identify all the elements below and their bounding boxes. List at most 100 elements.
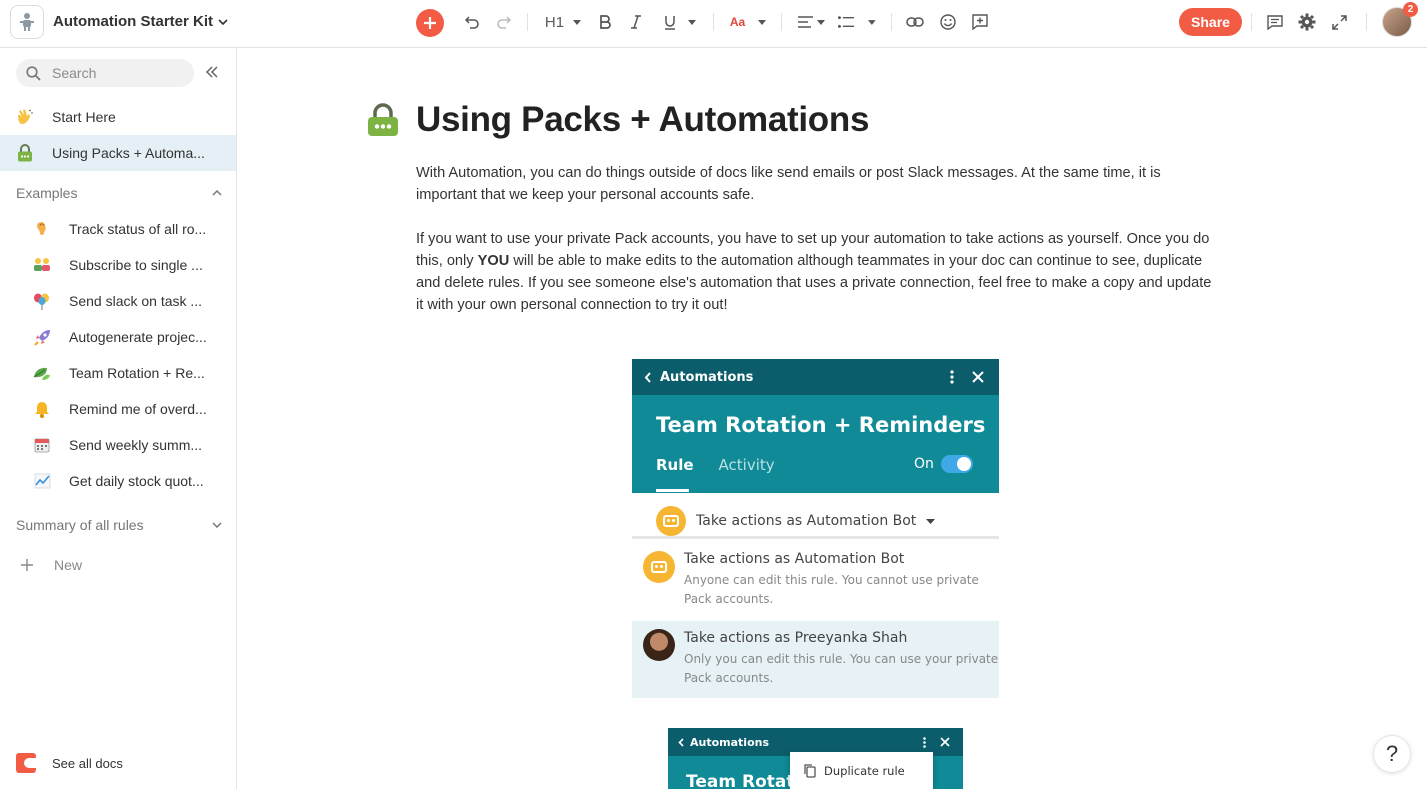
sidebar-item-example[interactable]: Send slack on task ... <box>0 283 236 319</box>
doc-logo-icon[interactable] <box>10 5 44 39</box>
toolbar: Automation Starter Kit H1 Aa Share 2 <box>0 0 1427 48</box>
sidebar-item-example[interactable]: Remind me of overd... <box>0 391 236 427</box>
page-title: Using Packs + Automations <box>416 100 870 139</box>
caret-down-icon <box>868 19 876 25</box>
sidebar-item-label: Remind me of overd... <box>69 401 207 417</box>
chevron-up-icon <box>212 190 222 196</box>
underline-dropdown[interactable] <box>661 10 699 34</box>
sidebar-item-start-here[interactable]: Start Here <box>0 99 236 135</box>
undo-button[interactable] <box>462 10 482 34</box>
bold-button[interactable] <box>597 10 613 34</box>
share-button[interactable]: Share <box>1179 8 1242 36</box>
option-description: Anyone can edit this rule. You cannot us… <box>684 573 979 606</box>
sidebar-item-example[interactable]: Send weekly summ... <box>0 427 236 463</box>
emphasis-text: YOU <box>477 253 510 269</box>
sidebar-item-label: Team Rotation + Re... <box>69 365 205 381</box>
sidebar-item-example[interactable]: Team Rotation + Re... <box>0 355 236 391</box>
close-icon <box>972 371 984 383</box>
align-left-icon <box>797 16 813 28</box>
toolbar-divider <box>1366 13 1367 31</box>
sidebar-item-example[interactable]: Subscribe to single ... <box>0 247 236 283</box>
italic-button[interactable] <box>628 10 644 34</box>
text-color-dropdown[interactable]: Aa <box>728 10 768 34</box>
plus-icon <box>21 559 33 571</box>
doc-title-menu[interactable]: Automation Starter Kit <box>53 13 228 30</box>
search-icon <box>26 65 41 81</box>
sidebar-item-example[interactable]: Autogenerate projec... <box>0 319 236 355</box>
new-page-button[interactable]: New <box>0 547 236 583</box>
more-vertical-icon <box>923 737 926 748</box>
toolbar-divider <box>1251 13 1252 31</box>
robot-icon <box>643 551 675 583</box>
search-box[interactable] <box>16 59 194 87</box>
list-dropdown[interactable] <box>838 10 876 34</box>
option-title: Take actions as Automation Bot <box>684 551 905 567</box>
settings-button[interactable] <box>1297 10 1317 34</box>
search-input[interactable] <box>52 65 172 81</box>
help-button[interactable]: ? <box>1373 735 1411 773</box>
close-icon <box>940 737 950 747</box>
bell-icon <box>33 400 51 418</box>
sidebar-item-label: Send slack on task ... <box>69 293 203 309</box>
actor-selector: Take actions as Automation Bot <box>656 506 936 536</box>
sidebar: Start Here Using Packs + Automa... Examp… <box>0 48 237 789</box>
redo-icon <box>497 16 512 29</box>
sidebar-item-label: Get daily stock quot... <box>69 473 204 489</box>
toolbar-divider <box>527 13 528 31</box>
link-icon <box>906 17 924 27</box>
comment-icon <box>1267 14 1283 30</box>
summary-section-header[interactable]: Summary of all rules <box>16 517 222 533</box>
emoji-button[interactable] <box>938 10 958 34</box>
double-chevron-left-icon <box>205 66 218 78</box>
heading-style-dropdown[interactable]: H1 <box>542 10 584 34</box>
paragraph-private-packs: If you want to use your private Pack acc… <box>416 228 1216 316</box>
tab-rule: Rule <box>656 456 694 474</box>
bold-icon <box>600 15 611 29</box>
sidebar-item-using-packs[interactable]: Using Packs + Automa... <box>0 135 236 171</box>
see-all-docs-label: See all docs <box>52 755 123 771</box>
waving-hand-icon <box>16 108 34 126</box>
chevron-down-icon <box>218 18 228 25</box>
collapse-sidebar-button[interactable] <box>205 65 219 83</box>
context-menu: Duplicate rule <box>790 752 933 789</box>
panel-hero: Team Rotation + Reminders Rule Activity … <box>632 395 999 493</box>
paragraph-text: will be able to make edits to the automa… <box>416 253 1212 313</box>
caret-down-icon <box>573 19 582 25</box>
redo-button[interactable] <box>494 10 514 34</box>
people-icon <box>33 256 51 274</box>
chart-icon <box>33 472 51 490</box>
toolbar-divider <box>713 13 714 31</box>
caret-down-icon <box>926 518 936 524</box>
option-title: Take actions as Preeyanka Shah <box>684 630 908 646</box>
sidebar-item-example[interactable]: Get daily stock quot... <box>0 463 236 499</box>
caret-down-icon <box>816 19 825 25</box>
embedded-screenshot-automation-panel: Automations Team Rotation + Reminders Ru… <box>632 359 999 698</box>
align-dropdown[interactable] <box>796 10 826 34</box>
insert-button[interactable] <box>416 9 444 37</box>
divider <box>632 536 999 539</box>
add-box-icon <box>972 14 988 30</box>
insert-comment-button[interactable] <box>970 10 990 34</box>
comments-button[interactable] <box>1265 10 1285 34</box>
link-button[interactable] <box>905 10 925 34</box>
caret-down-icon <box>688 19 696 25</box>
lock-icon <box>16 144 34 162</box>
italic-icon <box>631 15 641 29</box>
chevron-down-icon <box>212 522 222 528</box>
fullscreen-button[interactable] <box>1329 10 1349 34</box>
option-description: Only you can edit this rule. You can use… <box>684 652 999 685</box>
sidebar-item-example[interactable]: Track status of all ro... <box>0 211 236 247</box>
lock-icon <box>367 103 399 142</box>
toolbar-divider <box>891 13 892 31</box>
panel-header-label: Automations <box>690 735 770 749</box>
see-all-docs-link[interactable]: See all docs <box>16 753 123 773</box>
user-avatar <box>643 629 675 661</box>
chevron-left-icon <box>644 371 651 383</box>
tab-activity: Activity <box>718 456 775 474</box>
plus-icon <box>424 17 436 29</box>
expand-icon <box>1331 14 1347 30</box>
panel-header: Automations <box>632 359 999 395</box>
examples-section-header[interactable]: Examples <box>16 185 222 201</box>
caret-down-icon <box>758 19 767 25</box>
copy-icon <box>804 763 816 778</box>
